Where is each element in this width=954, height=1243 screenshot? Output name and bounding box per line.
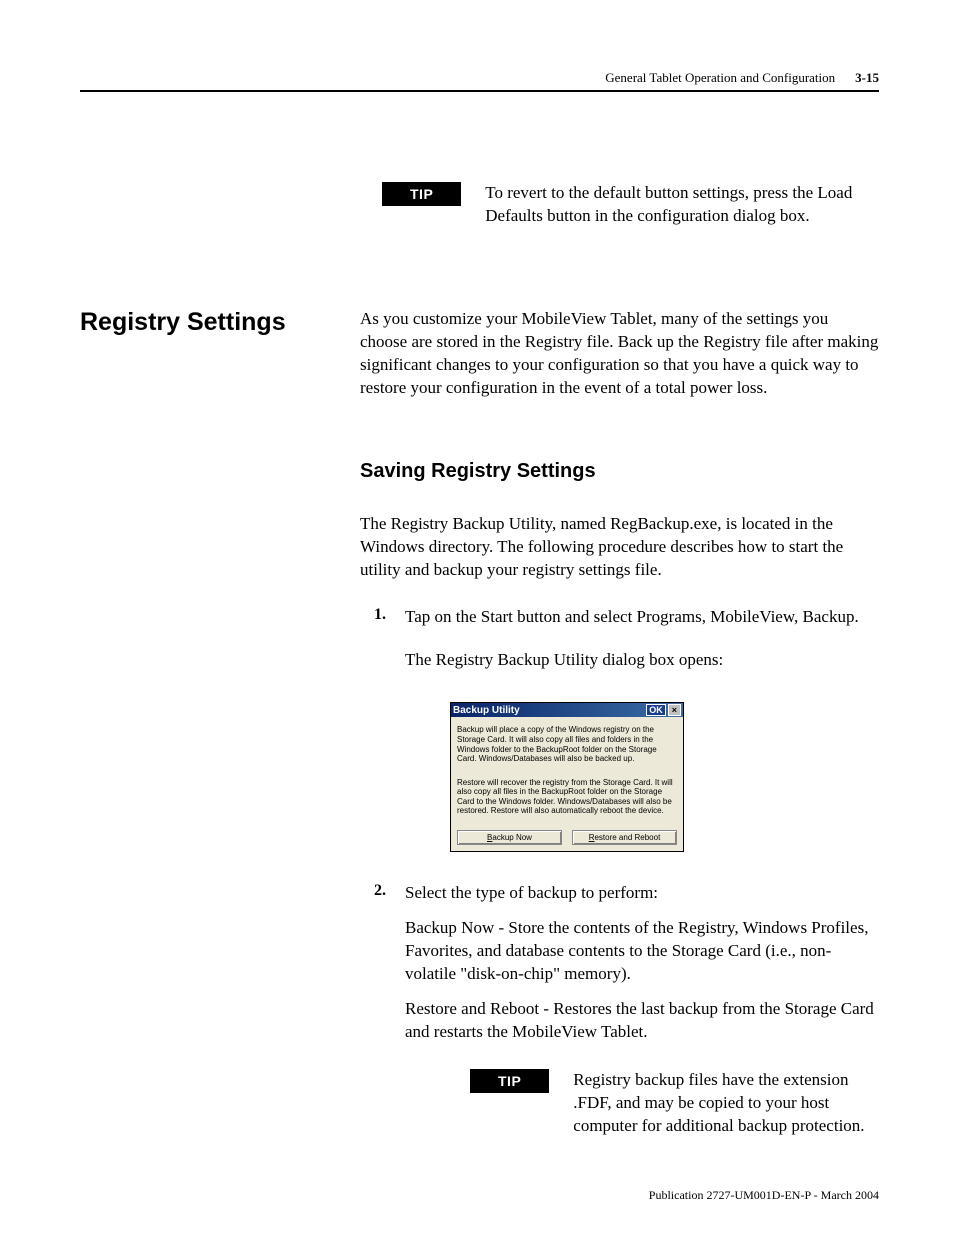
dialog-screenshot: Backup Utility OK × Backup will place a …	[450, 702, 879, 852]
close-icon[interactable]: ×	[668, 704, 681, 716]
step-2: 2. Select the type of backup to perform:…	[360, 882, 879, 1137]
page: General Tablet Operation and Configurati…	[0, 0, 954, 1243]
step-number: 1.	[374, 606, 386, 624]
section-intro: As you customize your MobileView Tablet,…	[360, 308, 879, 400]
backup-utility-dialog: Backup Utility OK × Backup will place a …	[450, 702, 684, 852]
step-text: Tap on the Start button and select Progr…	[405, 606, 879, 629]
dialog-body: Backup will place a copy of the Windows …	[451, 717, 683, 851]
tip-text: To revert to the default button settings…	[485, 182, 879, 228]
step-option-1: Backup Now - Store the contents of the R…	[405, 917, 879, 986]
section-title: Registry Settings	[80, 308, 340, 337]
page-footer: Publication 2727-UM001D-EN-P - March 200…	[80, 1188, 879, 1203]
step-option-2: Restore and Reboot - Restores the last b…	[405, 998, 879, 1044]
dialog-paragraph-1: Backup will place a copy of the Windows …	[457, 725, 677, 763]
header-chapter: General Tablet Operation and Configurati…	[605, 70, 835, 86]
dialog-ok-button[interactable]: OK	[646, 704, 666, 716]
step-after-text: The Registry Backup Utility dialog box o…	[405, 649, 879, 672]
backup-now-button[interactable]: Backup Now	[457, 830, 562, 845]
page-header: General Tablet Operation and Configurati…	[80, 70, 879, 92]
procedure-steps: 1. Tap on the Start button and select Pr…	[360, 606, 879, 1137]
tip-badge: TIP	[470, 1069, 549, 1093]
dialog-titlebar: Backup Utility OK ×	[451, 703, 683, 717]
tip-badge: TIP	[382, 182, 461, 206]
restore-and-reboot-button[interactable]: Restore and Reboot	[572, 830, 677, 845]
subsection-intro: The Registry Backup Utility, named RegBa…	[360, 513, 879, 582]
dialog-title-text: Backup Utility	[453, 705, 646, 716]
tip-block-1: TIP To revert to the default button sett…	[382, 182, 879, 228]
subsection-title: Saving Registry Settings	[360, 460, 879, 483]
step-number: 2.	[374, 882, 386, 900]
step-text: Select the type of backup to perform:	[405, 882, 879, 905]
section-registry-settings: Registry Settings As you customize your …	[80, 308, 879, 1158]
dialog-button-row: Backup Now Restore and Reboot	[457, 830, 677, 845]
tip-block-2: TIP Registry backup files have the exten…	[470, 1069, 879, 1138]
tip-text: Registry backup files have the extension…	[573, 1069, 879, 1138]
dialog-paragraph-2: Restore will recover the registry from t…	[457, 778, 677, 816]
step-1: 1. Tap on the Start button and select Pr…	[360, 606, 879, 852]
header-page-number: 3-15	[855, 70, 879, 86]
